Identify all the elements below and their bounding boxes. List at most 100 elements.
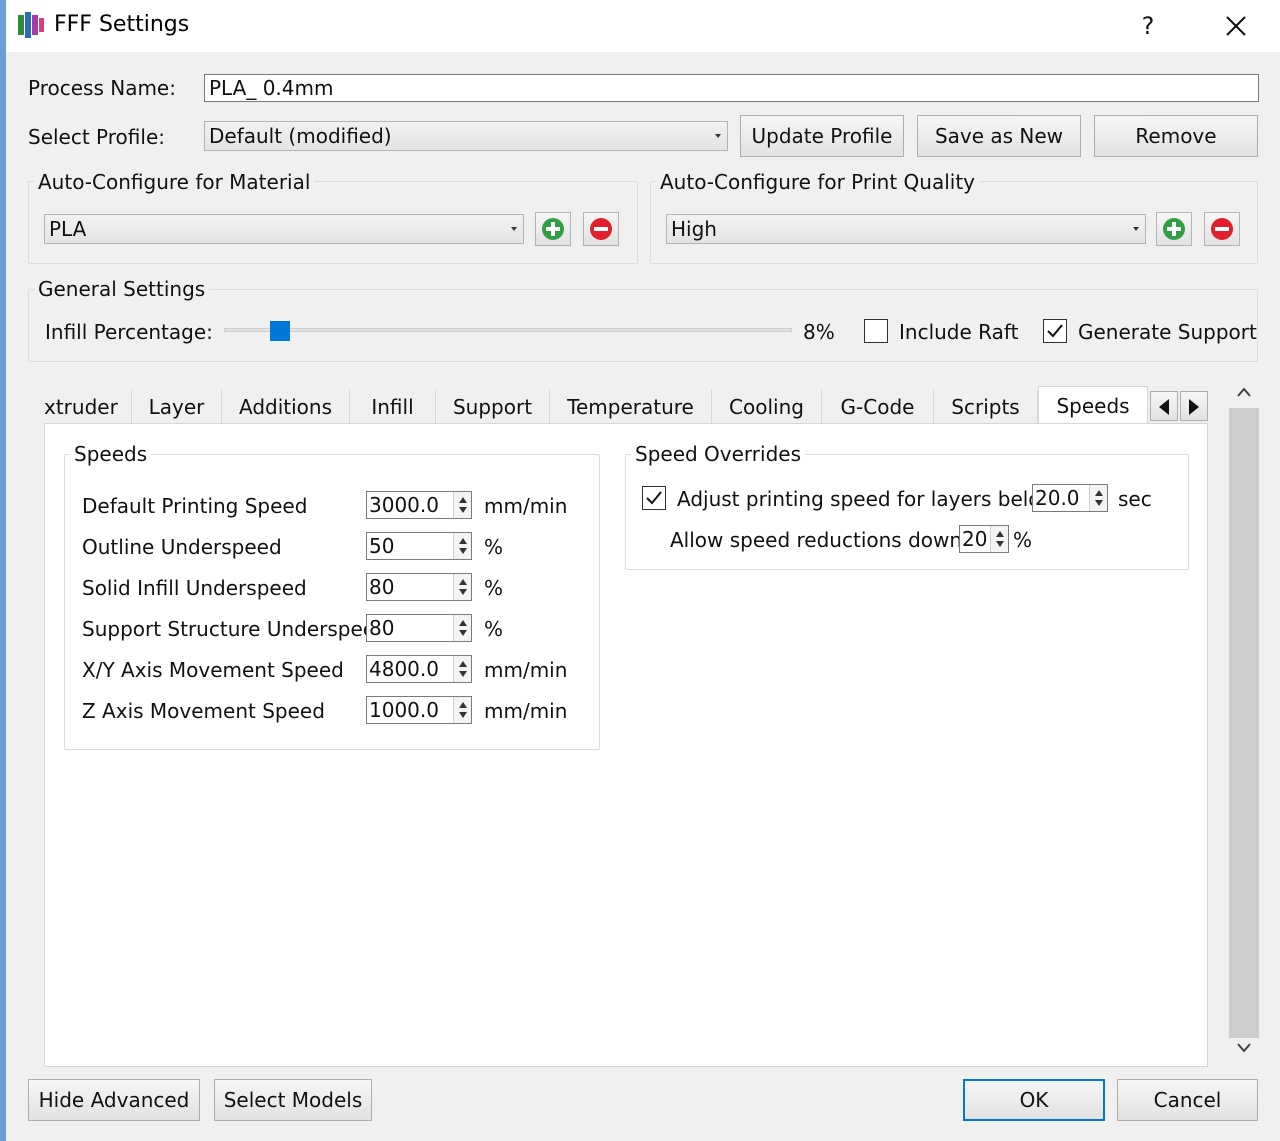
plus-circle-icon — [542, 218, 564, 240]
general-settings-title: General Settings — [34, 277, 210, 301]
scrollbar-thumb[interactable] — [1229, 408, 1259, 1038]
help-button[interactable]: ? — [1118, 6, 1178, 46]
infill-percentage-label: Infill Percentage: — [45, 320, 213, 344]
window-border — [0, 0, 6, 1141]
default-printing-speed-value: 3000.0 — [369, 493, 439, 517]
solid-infill-underspeed-input[interactable]: 80 — [366, 573, 472, 601]
quality-select-value: High — [671, 217, 717, 241]
close-icon — [1226, 16, 1246, 36]
adjust-speed-input[interactable]: 20.0 — [1032, 484, 1108, 512]
chevron-down-icon[interactable] — [1236, 1042, 1252, 1054]
tab-cooling[interactable]: Cooling — [712, 390, 822, 424]
outline-underspeed-input[interactable]: 50 — [366, 532, 472, 560]
material-select[interactable]: PLA — [44, 214, 524, 244]
spin-arrows-icon[interactable] — [453, 492, 471, 518]
add-material-button[interactable] — [535, 212, 571, 246]
speeds-tab-panel: Speeds Default Printing Speed 3000.0 mm/… — [44, 423, 1208, 1067]
adjust-speed-unit: sec — [1118, 487, 1152, 511]
remove-profile-button[interactable]: Remove — [1094, 115, 1258, 157]
tab-scripts[interactable]: Scripts — [934, 390, 1038, 424]
save-as-new-button[interactable]: Save as New — [917, 115, 1081, 157]
add-quality-button[interactable] — [1156, 212, 1192, 246]
include-raft-checkbox[interactable] — [864, 319, 888, 343]
speed-reduction-value: 20 — [962, 527, 988, 551]
solid-infill-underspeed-value: 80 — [369, 575, 395, 599]
support-structure-underspeed-input[interactable]: 80 — [366, 614, 472, 642]
spin-arrows-icon[interactable] — [453, 533, 471, 559]
tab-layer[interactable]: Layer — [132, 390, 222, 424]
chevron-up-icon[interactable] — [1236, 386, 1252, 398]
solid-infill-underspeed-unit: % — [484, 576, 504, 600]
ok-button[interactable]: OK — [963, 1079, 1105, 1121]
spin-arrows-icon[interactable] — [453, 615, 471, 641]
vertical-scrollbar[interactable] — [1228, 376, 1260, 1066]
solid-infill-underspeed-label: Solid Infill Underspeed — [82, 576, 307, 600]
include-raft-label: Include Raft — [899, 320, 1019, 344]
adjust-speed-value: 20.0 — [1035, 486, 1080, 510]
infill-slider-track[interactable] — [224, 328, 792, 332]
quality-select[interactable]: High — [666, 214, 1146, 244]
chevron-down-icon — [715, 134, 721, 138]
support-structure-underspeed-unit: % — [484, 617, 504, 641]
default-printing-speed-unit: mm/min — [484, 494, 568, 518]
outline-underspeed-value: 50 — [369, 534, 395, 558]
xy-axis-movement-speed-input[interactable]: 4800.0 — [366, 655, 472, 683]
title-bar — [6, 0, 1280, 52]
material-group-title: Auto-Configure for Material — [34, 170, 315, 194]
generate-support-label: Generate Support — [1078, 320, 1257, 344]
remove-material-button[interactable] — [583, 212, 619, 246]
chevron-down-icon — [511, 227, 517, 231]
checkmark-icon — [1047, 324, 1063, 338]
quality-group-title: Auto-Configure for Print Quality — [656, 170, 979, 194]
close-button[interactable] — [1206, 6, 1266, 46]
spin-arrows-icon[interactable] — [453, 697, 471, 723]
spin-arrows-icon[interactable] — [453, 656, 471, 682]
z-axis-movement-speed-value: 1000.0 — [369, 698, 439, 722]
speed-overrides-group — [625, 454, 1189, 570]
infill-slider-handle[interactable] — [270, 321, 290, 341]
window-title: FFF Settings — [54, 12, 190, 37]
remove-quality-button[interactable] — [1204, 212, 1240, 246]
tab-scroll-left-button[interactable] — [1150, 391, 1178, 421]
tab-gcode[interactable]: G-Code — [822, 390, 934, 424]
adjust-speed-checkbox[interactable] — [642, 486, 666, 510]
hide-advanced-button[interactable]: Hide Advanced — [28, 1079, 200, 1121]
select-models-button[interactable]: Select Models — [214, 1079, 372, 1121]
minus-circle-icon — [590, 218, 612, 240]
checkmark-icon — [646, 491, 662, 505]
tab-extruder[interactable]: xtruder — [44, 390, 132, 424]
update-profile-button[interactable]: Update Profile — [740, 115, 904, 157]
app-logo-icon — [16, 11, 46, 39]
default-printing-speed-input[interactable]: 3000.0 — [366, 491, 472, 519]
spin-arrows-icon[interactable] — [1089, 485, 1107, 511]
process-name-input[interactable]: PLA_ 0.4mm — [204, 74, 1259, 102]
speed-reduction-input[interactable]: 20 — [959, 525, 1009, 553]
tab-infill[interactable]: Infill — [350, 390, 436, 424]
profile-select-value: Default (modified) — [209, 124, 392, 148]
z-axis-movement-speed-unit: mm/min — [484, 699, 568, 723]
z-axis-movement-speed-input[interactable]: 1000.0 — [366, 696, 472, 724]
adjust-speed-label: Adjust printing speed for layers below — [677, 487, 1057, 511]
triangle-right-icon — [1189, 399, 1199, 415]
tab-support[interactable]: Support — [436, 390, 550, 424]
tab-additions[interactable]: Additions — [222, 390, 350, 424]
xy-axis-movement-speed-unit: mm/min — [484, 658, 568, 682]
infill-percentage-value: 8% — [803, 320, 835, 344]
profile-select[interactable]: Default (modified) — [204, 121, 728, 151]
cancel-button[interactable]: Cancel — [1117, 1079, 1258, 1121]
tab-speeds[interactable]: Speeds — [1038, 386, 1148, 424]
plus-circle-icon — [1163, 218, 1185, 240]
settings-tab-bar: xtruder Layer Additions Infill Support T… — [44, 386, 1210, 424]
outline-underspeed-unit: % — [484, 535, 504, 559]
speeds-group-title: Speeds — [70, 442, 152, 466]
support-structure-underspeed-label: Support Structure Underspeed — [82, 617, 388, 641]
generate-support-checkbox[interactable] — [1043, 319, 1067, 343]
xy-axis-movement-speed-label: X/Y Axis Movement Speed — [82, 658, 344, 682]
spin-arrows-icon[interactable] — [453, 574, 471, 600]
z-axis-movement-speed-label: Z Axis Movement Speed — [82, 699, 325, 723]
spin-arrows-icon[interactable] — [990, 526, 1008, 552]
tab-scroll-right-button[interactable] — [1180, 391, 1208, 421]
tab-temperature[interactable]: Temperature — [550, 390, 712, 424]
material-select-value: PLA — [49, 217, 87, 241]
default-printing-speed-label: Default Printing Speed — [82, 494, 308, 518]
